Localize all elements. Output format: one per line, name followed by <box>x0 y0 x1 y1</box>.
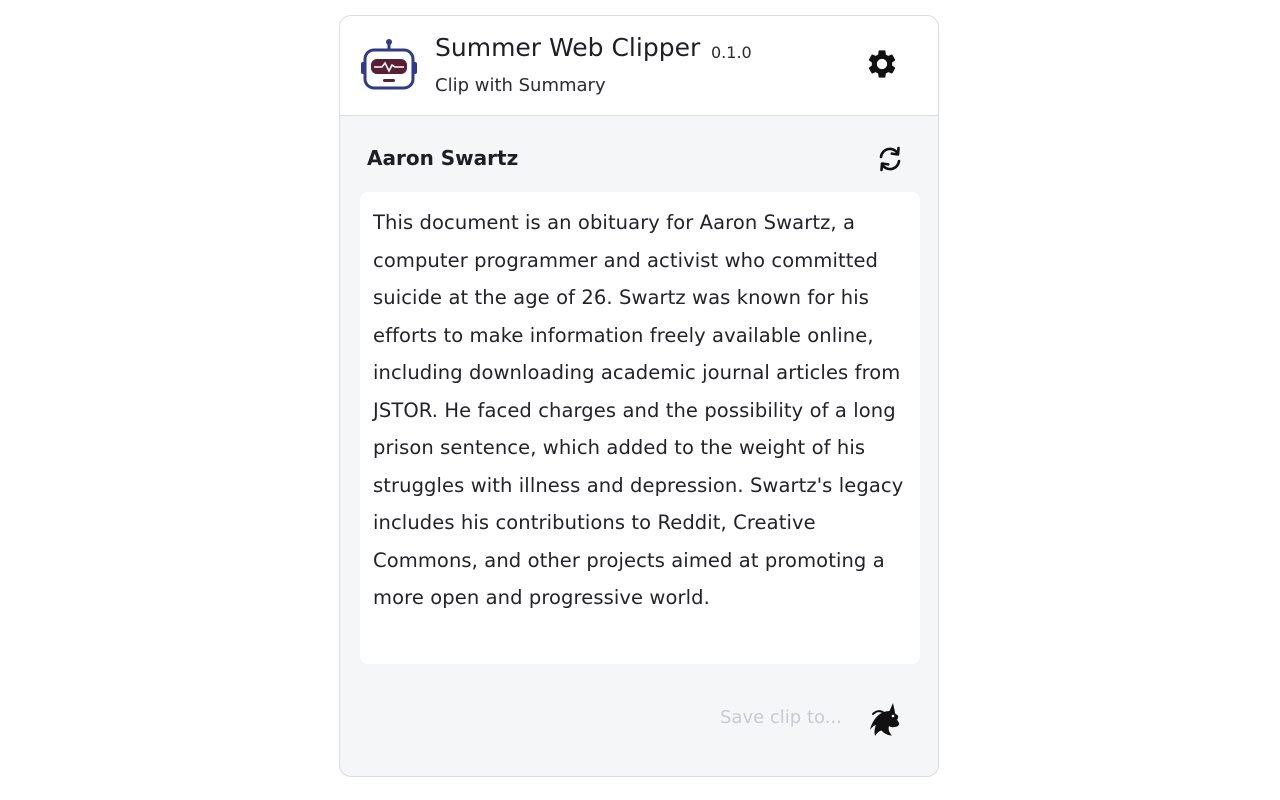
header: Summer Web Clipper 0.1.0 Clip with Summa… <box>340 16 938 116</box>
refresh-button[interactable] <box>874 146 906 176</box>
refresh-icon <box>876 146 904 176</box>
gear-icon <box>865 47 899 85</box>
summary-card: This document is an obituary for Aaron S… <box>360 192 920 664</box>
robot-icon <box>360 38 418 94</box>
document-title: Aaron Swartz <box>367 146 519 170</box>
summary-text: This document is an obituary for Aaron S… <box>373 211 904 609</box>
clipper-popup: Summer Web Clipper 0.1.0 Clip with Summa… <box>339 15 939 777</box>
app-version: 0.1.0 <box>711 43 752 62</box>
app-title: Summer Web Clipper <box>435 33 701 62</box>
unicorn-icon[interactable] <box>864 700 904 740</box>
app-subtitle: Clip with Summary <box>435 75 606 96</box>
settings-button[interactable] <box>864 48 900 84</box>
save-clip-button[interactable]: Save clip to... <box>720 707 842 728</box>
